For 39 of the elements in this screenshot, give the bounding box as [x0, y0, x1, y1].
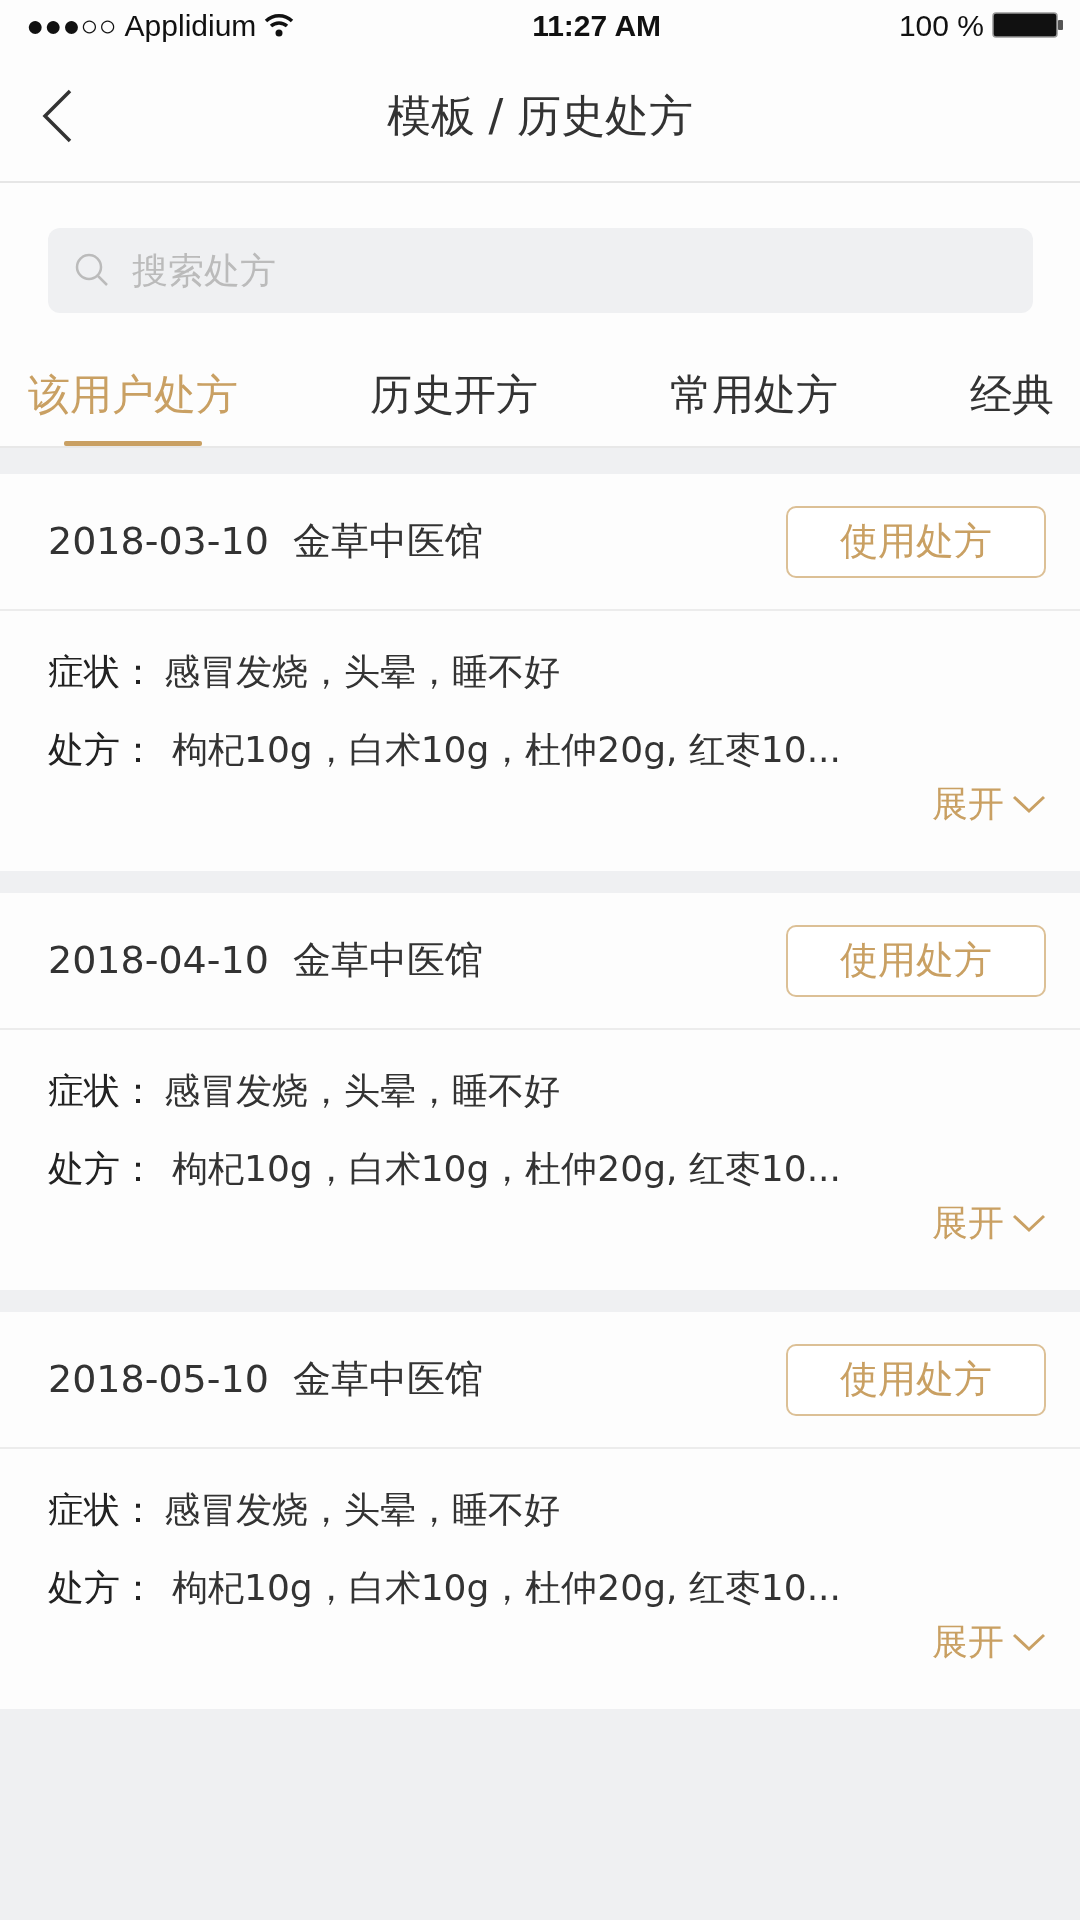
tab[interactable]: 常用处方 [670, 343, 838, 446]
prescription-label: 处方： [48, 728, 156, 772]
signal-strength: ●●●○○ [26, 7, 117, 44]
record-date: 2018-05-10 [48, 1356, 269, 1403]
battery-percentage: 100 % [898, 7, 984, 44]
symptom-text: 感冒发烧，头晕，睡不好 [164, 1069, 560, 1113]
prescription-label: 处方： [48, 1147, 156, 1191]
expand-button[interactable]: 展开 [932, 777, 1046, 831]
back-button[interactable] [40, 87, 74, 144]
symptom-label: 症状： [48, 650, 156, 694]
battery-icon [992, 11, 1064, 39]
clinic-name: 金草中医馆 [292, 1356, 483, 1403]
clock-time: 11:27 AM [532, 7, 662, 44]
record-date: 2018-04-10 [48, 937, 269, 984]
tab[interactable]: 历史开方 [370, 343, 538, 446]
clinic-name: 金草中医馆 [292, 937, 483, 984]
chevron-down-icon [1012, 1213, 1046, 1233]
tab[interactable]: 该用户处方 [28, 343, 238, 446]
use-prescription-button[interactable]: 使用处方 [786, 505, 1046, 578]
prescription-text: 枸杞10g，白术10g，杜仲20g, 红枣10... [172, 1147, 841, 1191]
expand-button[interactable]: 展开 [932, 1196, 1046, 1250]
symptom-label: 症状： [48, 1488, 156, 1532]
expand-button[interactable]: 展开 [932, 1615, 1046, 1669]
symptom-text: 感冒发烧，头晕，睡不好 [164, 650, 560, 694]
symptom-label: 症状： [48, 1069, 156, 1113]
clinic-name: 金草中医馆 [292, 518, 483, 565]
prescription-text: 枸杞10g，白术10g，杜仲20g, 红枣10... [172, 1566, 841, 1610]
wifi-icon [264, 13, 295, 37]
symptom-text: 感冒发烧，头晕，睡不好 [164, 1488, 560, 1532]
use-prescription-button[interactable]: 使用处方 [786, 924, 1046, 997]
carrier-name: Applidium [124, 7, 257, 44]
record-date: 2018-03-10 [48, 518, 269, 565]
prescription-label: 处方： [48, 1566, 156, 1610]
use-prescription-button[interactable]: 使用处方 [786, 1343, 1046, 1416]
page-title: 模板 / 历史处方 [386, 88, 694, 143]
prescription-text: 枸杞10g，白术10g，杜仲20g, 红枣10... [172, 728, 841, 772]
chevron-down-icon [1012, 794, 1046, 814]
tab[interactable]: 经典 [970, 343, 1054, 446]
chevron-down-icon [1012, 1632, 1046, 1652]
